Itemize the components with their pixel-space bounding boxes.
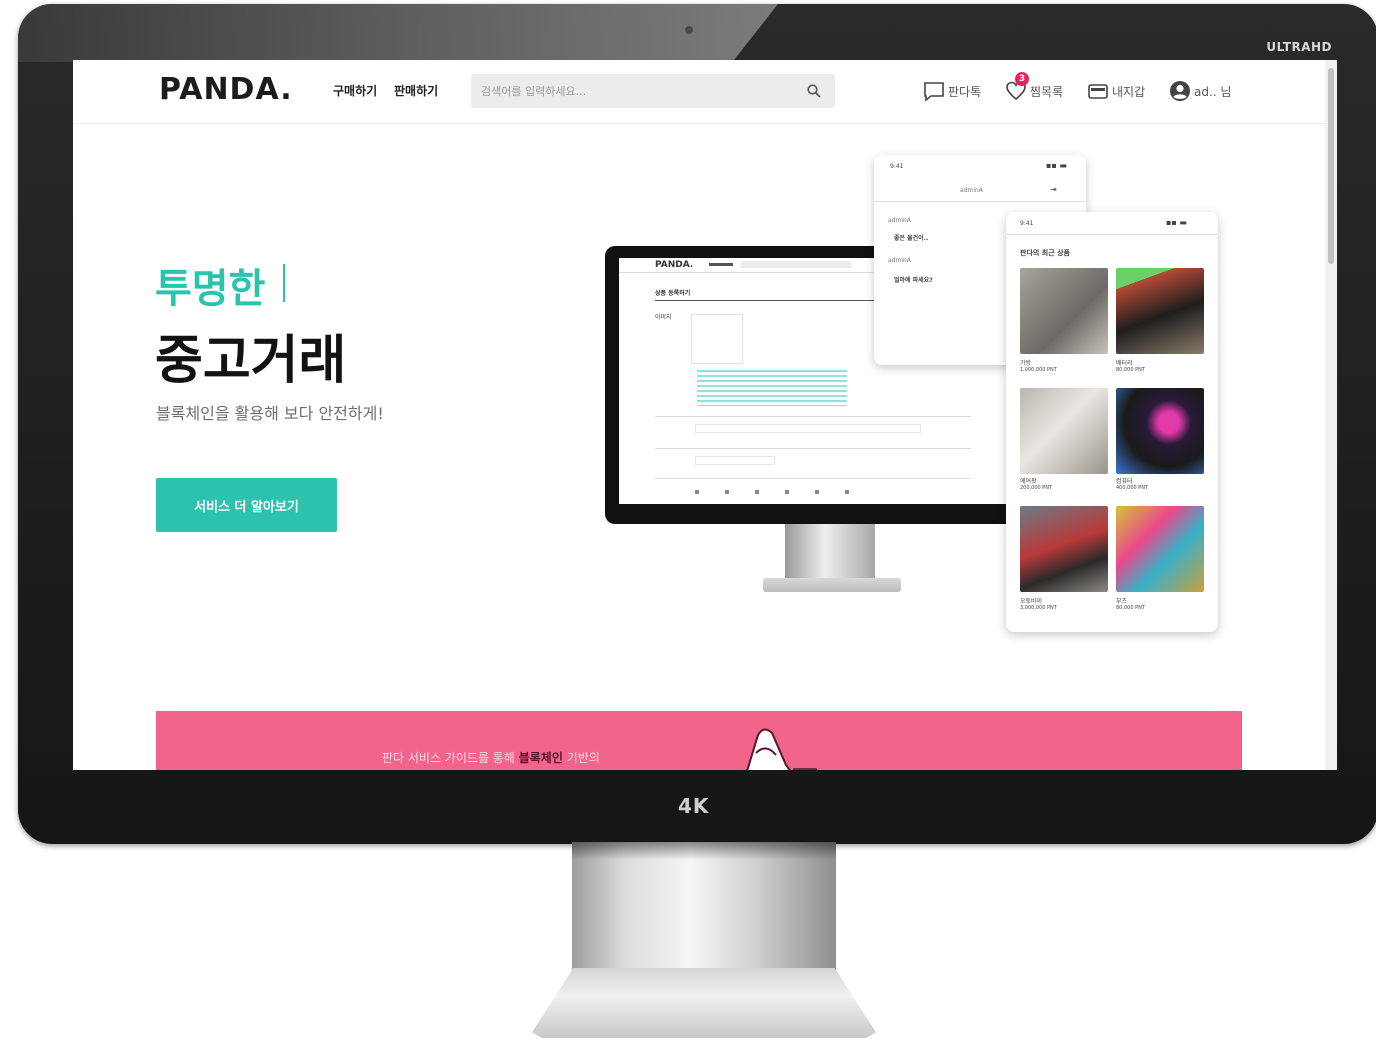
product-phone-divider	[1006, 234, 1218, 235]
chat-line-2: 좋은 물건이..	[894, 235, 929, 242]
4k-label: 4K	[678, 794, 710, 818]
product-price-2: 80,000 PNT	[1116, 367, 1145, 373]
chat-divider	[874, 201, 1086, 202]
illustration-product-phone: 9:41 ▪▪ ▬ 판다의 최근 상품 가방 1,000,000 PNT 배터리…	[1006, 212, 1218, 632]
product-image-2	[1116, 268, 1204, 354]
product-name-6: 부츠	[1116, 598, 1128, 605]
product-name-4: 컴퓨터	[1116, 478, 1133, 485]
banner-highlight: 블록체인	[518, 751, 563, 765]
wishlist-label: 찜목록	[1030, 84, 1064, 99]
product-price-4: 400,000 PNT	[1116, 485, 1149, 491]
mini-row-line-1	[655, 416, 971, 417]
nav-sell[interactable]: 판매하기	[394, 82, 438, 99]
site-header: PANDA. 구매하기 판매하기 판다톡 3 찜목록	[73, 60, 1325, 124]
mascot-illustration	[746, 728, 818, 770]
user-avatar-icon	[1170, 81, 1190, 101]
product-image-3	[1020, 388, 1108, 474]
talk-label: 판다톡	[948, 84, 982, 99]
chat-phone-signal: ▪▪ ▬	[1046, 161, 1067, 170]
product-name-1: 가방	[1020, 360, 1032, 367]
mini-checkbox-row	[695, 490, 865, 494]
monitor-base	[532, 968, 876, 1038]
banner-text-after: 기반의	[566, 751, 600, 765]
product-price-6: 80,000 PNT	[1116, 605, 1145, 611]
chat-phone-status: 9:41	[890, 163, 904, 170]
monitor-stand	[572, 842, 836, 970]
product-image-1	[1020, 268, 1108, 354]
ultrahd-label: ULTRAHD	[1266, 40, 1332, 54]
product-name-5: 오토바이	[1020, 598, 1043, 605]
hero-title: 중고거래	[155, 331, 347, 391]
product-phone-status: 9:41	[1020, 220, 1034, 227]
mini-row-line-3	[655, 478, 971, 479]
hero-accent-text: 투명한	[155, 266, 266, 312]
product-phone-heading: 판다의 최근 상품	[1020, 249, 1070, 257]
illustration-monitor-base	[763, 578, 901, 592]
product-name-3: 에어팟	[1020, 478, 1037, 485]
product-image-5	[1020, 506, 1108, 592]
mini-nav	[709, 263, 733, 266]
illustration-monitor-stand	[785, 524, 875, 584]
product-image-6	[1116, 506, 1204, 592]
product-phone-signal: ▪▪ ▬	[1166, 218, 1187, 227]
chat-line-3: adminA	[888, 257, 911, 264]
banner-text-before: 판다 서비스 가이드를 통해	[382, 751, 515, 765]
mini-input-1	[695, 424, 921, 433]
search-bar	[471, 74, 835, 108]
user-menu[interactable]: ad.. 님	[1169, 78, 1231, 104]
talk-link[interactable]: 판다톡	[923, 78, 981, 104]
chat-line-1: adminA	[888, 217, 911, 224]
product-image-4	[1116, 388, 1204, 474]
mini-row-line-2	[655, 448, 971, 449]
product-price-5: 3,000,000 PNT	[1020, 605, 1057, 611]
webcam	[685, 26, 693, 34]
guide-banner: 판다 서비스 가이드를 통해 블록체인 기반의	[156, 711, 1242, 770]
banner-text: 판다 서비스 가이드를 통해 블록체인 기반의	[382, 749, 600, 766]
hero-subtitle: 블록체인을 활용해 보다 안전하게!	[156, 404, 384, 423]
learn-more-button[interactable]: 서비스 더 알아보기	[156, 478, 337, 532]
mini-guide-text	[697, 370, 847, 406]
chat-icon	[924, 82, 944, 102]
mini-logo: PANDA.	[655, 260, 694, 270]
chat-exit-icon: ⇥	[1050, 185, 1057, 194]
mini-image-box	[691, 314, 743, 364]
website-screen: PANDA. 구매하기 판매하기 판다톡 3 찜목록	[73, 60, 1337, 770]
wishlist-link[interactable]: 3 찜목록	[1005, 72, 1064, 104]
page-scrollbar[interactable]	[1325, 60, 1337, 770]
chat-title: adminA	[960, 187, 983, 194]
mini-search	[741, 261, 851, 268]
typing-cursor	[283, 264, 285, 302]
wallet-link[interactable]: 내지갑	[1087, 78, 1145, 104]
wishlist-count-badge: 3	[1015, 72, 1029, 86]
mini-image-label: 이미지	[655, 314, 672, 321]
product-price-1: 1,000,000 PNT	[1020, 367, 1057, 373]
wallet-label: 내지갑	[1112, 84, 1146, 99]
monitor-gloss	[18, 4, 778, 62]
wallet-icon	[1088, 84, 1108, 99]
search-input[interactable]	[481, 81, 781, 101]
nav-buy[interactable]: 구매하기	[333, 82, 377, 99]
product-name-2: 배터리	[1116, 360, 1133, 367]
chat-line-4: 얼마에 파세요?	[894, 277, 933, 284]
scrollbar-thumb[interactable]	[1328, 68, 1334, 264]
search-icon[interactable]	[807, 84, 821, 98]
product-price-3: 200,000 PNT	[1020, 485, 1053, 491]
wishlist-icon-wrap: 3	[1005, 72, 1029, 102]
mini-heading: 상품 등록하기	[655, 290, 691, 297]
user-label: ad.. 님	[1194, 84, 1232, 99]
site-logo[interactable]: PANDA.	[159, 72, 293, 107]
mini-input-2	[695, 456, 775, 465]
